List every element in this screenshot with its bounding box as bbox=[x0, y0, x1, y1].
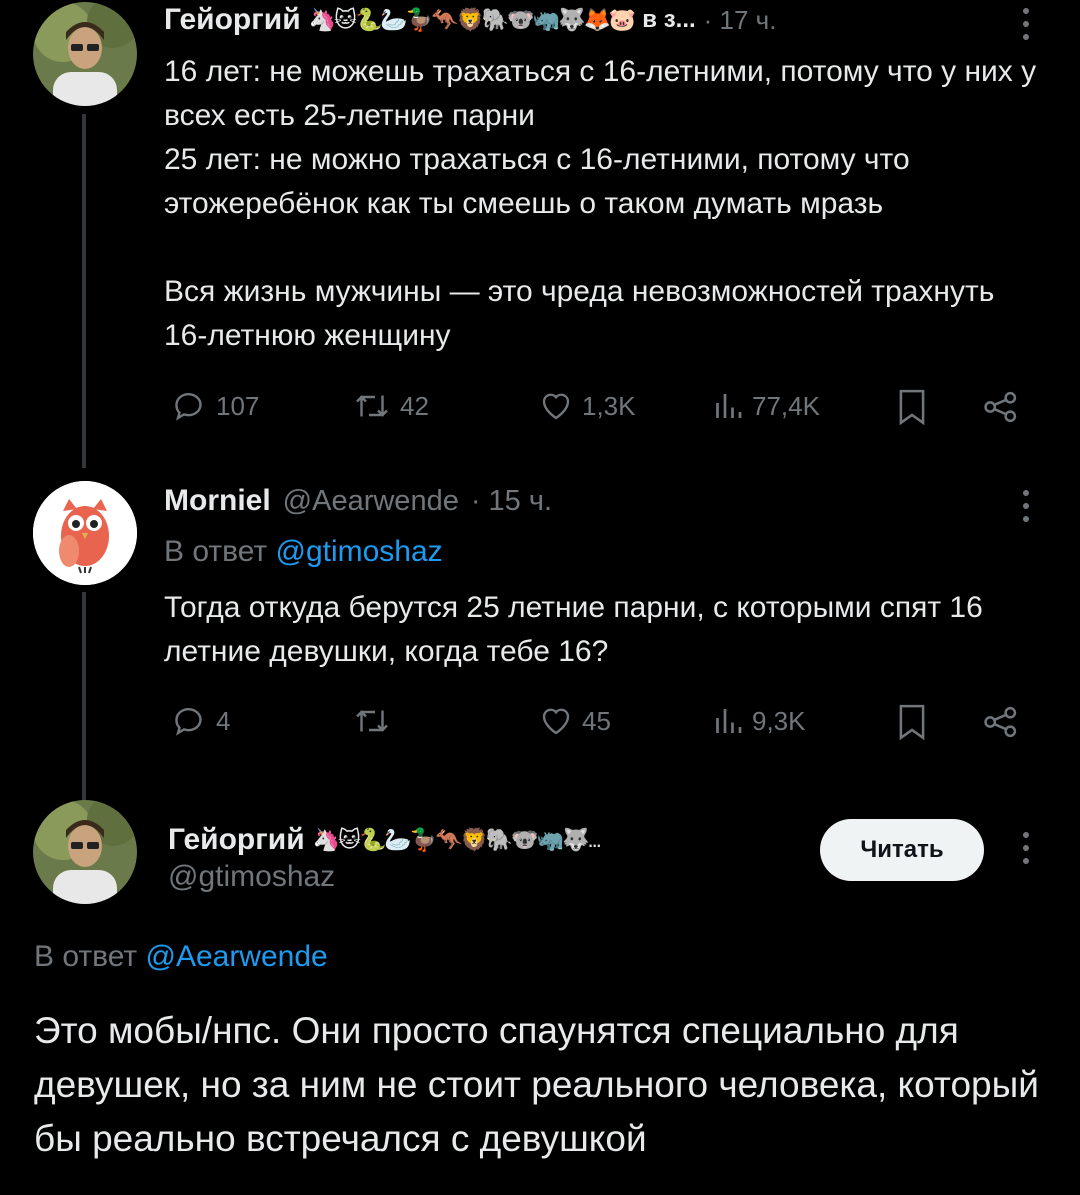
tweet1-text: 16 лет: не можешь трахаться с 16-летними… bbox=[164, 55, 1037, 352]
thread-line-1 bbox=[82, 114, 86, 468]
retweet-icon bbox=[356, 395, 388, 417]
heart-icon bbox=[542, 393, 570, 420]
tweet2-reply-to-link[interactable]: @gtimoshaz bbox=[275, 535, 442, 568]
tweet1-views-button[interactable]: 77,4K bbox=[712, 388, 820, 424]
reply-icon bbox=[175, 707, 202, 736]
tweet2-handle[interactable]: @Aearwende bbox=[283, 485, 459, 518]
share-icon bbox=[984, 391, 1017, 423]
tweet1-view-count: 77,4K bbox=[752, 390, 820, 421]
tweet2-timestamp[interactable]: · 15 ч. bbox=[471, 485, 552, 518]
tweet2-reply-button[interactable]: 4 bbox=[172, 703, 230, 739]
tweet1-header: Гейоргий 🦄🐱🐍🦢🦆🦘🦁🐘🐨🦏🐺🦊🐷 в з... · 17 ч. bbox=[164, 0, 776, 40]
tweet2-like-button[interactable]: 45 bbox=[538, 703, 611, 739]
main-reply-to-link[interactable]: @Aearwende bbox=[145, 940, 327, 973]
tweet2-reply-context: В ответ @gtimoshaz bbox=[164, 535, 443, 569]
tweet2-header: Morniel @Aearwende · 15 ч. bbox=[164, 481, 552, 521]
views-icon bbox=[716, 709, 742, 733]
main-handle[interactable]: @gtimoshaz bbox=[168, 860, 335, 894]
tweet2-views-button[interactable]: 9,3K bbox=[712, 703, 806, 739]
main-tweet-text: Это мобы/нпс. Они просто спаунятся специ… bbox=[34, 1010, 1039, 1159]
tweet2-share-button[interactable] bbox=[982, 705, 1020, 739]
tweet1-reply-count: 107 bbox=[216, 390, 260, 421]
main-emoji-badges: 🦄🐱🐍🦢🦆🦘🦁🐘🐨🦏🐺... bbox=[312, 827, 602, 852]
tweet1-emoji-badges: 🦄🐱🐍🦢🦆🦘🦁🐘🐨🦏🐺🦊🐷 bbox=[308, 7, 637, 32]
tweet2-more-icon[interactable] bbox=[1022, 490, 1030, 529]
main-reply-context: В ответ @Aearwende bbox=[34, 940, 328, 974]
main-tweet-more-icon[interactable] bbox=[1022, 832, 1030, 871]
tweet2-reply-prefix: В ответ bbox=[164, 535, 268, 568]
main-reply-prefix: В ответ bbox=[34, 940, 138, 973]
reply-icon bbox=[175, 392, 202, 421]
tweet2-retweet-button[interactable] bbox=[352, 703, 400, 739]
follow-button[interactable]: Читать bbox=[820, 819, 984, 881]
retweet-icon bbox=[356, 710, 388, 732]
main-display-name[interactable]: Гейоргий bbox=[168, 823, 305, 857]
tweet1-name-truncation: в з... bbox=[642, 6, 696, 33]
tweet2-text: Тогда откуда берутся 25 летние парни, с … bbox=[164, 591, 992, 668]
tweet1-share-button[interactable] bbox=[982, 390, 1020, 424]
tweet2-like-count: 45 bbox=[582, 705, 611, 736]
bookmark-icon bbox=[899, 389, 925, 426]
avatar-geiorgiy[interactable] bbox=[33, 2, 137, 106]
tweet1-like-button[interactable]: 1,3K bbox=[538, 388, 636, 424]
tweet1-retweet-button[interactable]: 42 bbox=[352, 388, 429, 424]
tweet1-like-count: 1,3K bbox=[582, 390, 636, 421]
tweet2-display-name[interactable]: Morniel bbox=[164, 484, 271, 518]
tweet1-more-icon[interactable] bbox=[1022, 8, 1030, 47]
tweet1-bookmark-button[interactable] bbox=[896, 388, 928, 426]
tweet1-retweet-count: 42 bbox=[400, 390, 429, 421]
main-tweet-header: Гейоргий 🦄🐱🐍🦢🦆🦘🦁🐘🐨🦏🐺... bbox=[168, 820, 602, 860]
share-icon bbox=[984, 706, 1017, 738]
tweet1-reply-button[interactable]: 107 bbox=[172, 388, 259, 424]
tweet1-display-name[interactable]: Гейоргий bbox=[164, 3, 301, 37]
views-icon bbox=[716, 394, 742, 418]
avatar-morniel[interactable] bbox=[33, 481, 137, 585]
tweet2-view-count: 9,3K bbox=[752, 705, 806, 736]
tweet2-bookmark-button[interactable] bbox=[896, 703, 928, 741]
tweet1-timestamp[interactable]: · 17 ч. bbox=[704, 5, 777, 36]
tweet2-reply-count: 4 bbox=[216, 705, 231, 736]
thread-line-2 bbox=[82, 592, 86, 804]
bookmark-icon bbox=[899, 704, 925, 741]
avatar-geiorgiy-main[interactable] bbox=[33, 800, 137, 904]
heart-icon bbox=[542, 708, 570, 735]
